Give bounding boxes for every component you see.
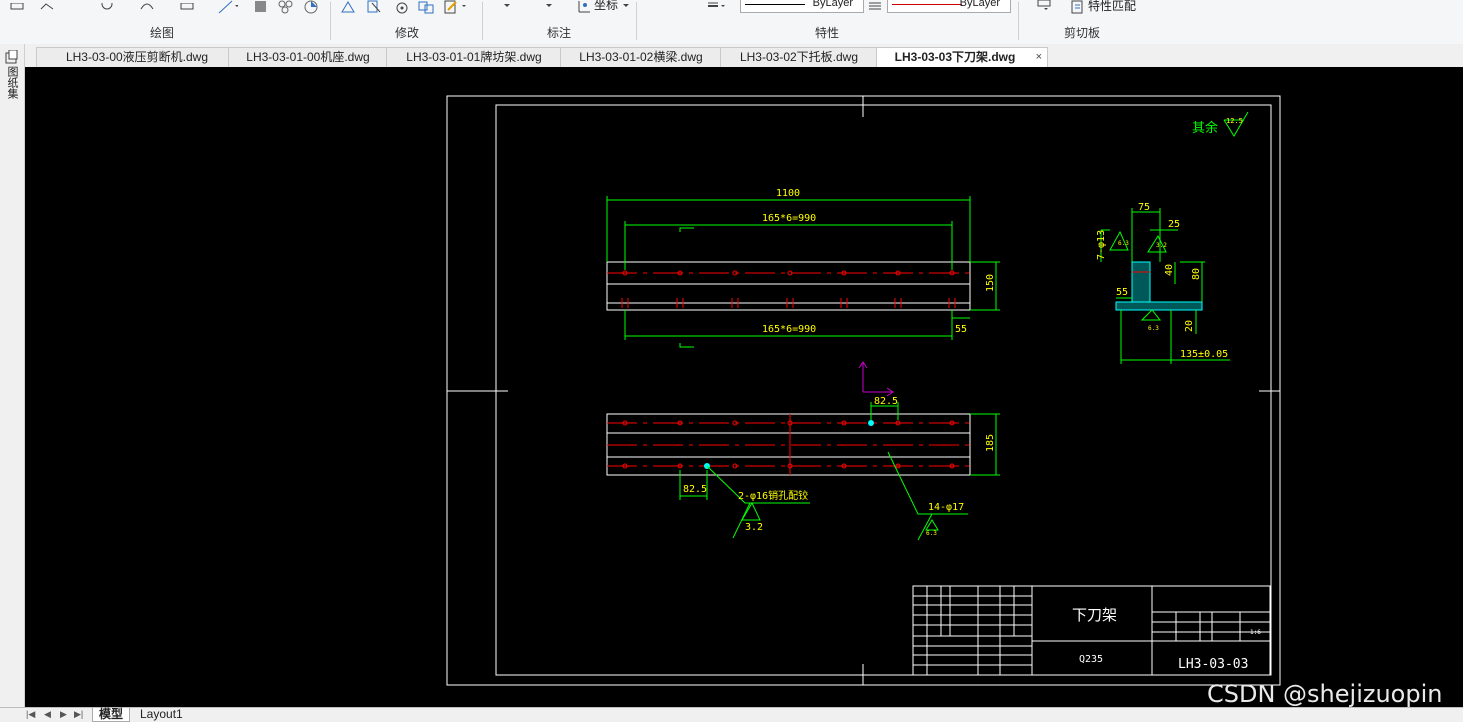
front-offset-dim-top: 82.5 bbox=[874, 396, 898, 407]
front-offset-dim-bottom: 82.5 bbox=[683, 484, 707, 495]
tab-model[interactable]: 模型 bbox=[92, 708, 131, 722]
tab-label: LH3-03-01-01牌坊架.dwg bbox=[406, 50, 542, 64]
rotate-tool-icon[interactable] bbox=[394, 0, 408, 14]
layout-tab-bar: |◀ ◀ ▶ ▶| 模型 Layout1 bbox=[0, 707, 1463, 722]
pin-hole-note: 2-φ16销孔配铰 bbox=[738, 489, 808, 502]
move-tool-icon[interactable] bbox=[340, 0, 355, 14]
wipeout-tool-icon[interactable] bbox=[303, 0, 318, 14]
tab-base[interactable]: LH3-03-01-00机座.dwg bbox=[228, 47, 388, 67]
copy-tool-icon[interactable] bbox=[366, 0, 381, 14]
ucs-icon bbox=[858, 361, 894, 397]
hole-roughness: 6.3 bbox=[926, 530, 937, 537]
section-dim-55: 55 bbox=[1116, 287, 1128, 298]
tab-label: LH3-03-01-00机座.dwg bbox=[246, 50, 370, 64]
linetype-value: ByLayer bbox=[812, 0, 853, 9]
lineweight-swatch bbox=[892, 4, 962, 5]
polyline-tool-icon[interactable] bbox=[40, 0, 54, 14]
match-properties-icon[interactable] bbox=[1070, 0, 1084, 14]
tab-label: LH3-03-00液压剪断机.dwg bbox=[65, 50, 209, 64]
front-height-dim: 185 bbox=[985, 434, 996, 452]
sheet-set-icon[interactable] bbox=[5, 49, 19, 67]
title-material: Q235 bbox=[1079, 654, 1103, 665]
tab-lower-blade-holder[interactable]: LH3-03-03下刀架.dwg × bbox=[876, 47, 1048, 68]
panel-label-properties: 特性 bbox=[815, 26, 840, 40]
xline-tool-icon[interactable] bbox=[218, 0, 239, 14]
panel-label-annotate: 标注 bbox=[547, 26, 572, 40]
line-tool-icon[interactable] bbox=[10, 0, 24, 14]
sheet-set-strip: 图纸集 bbox=[0, 44, 25, 707]
drawing-svg[interactable]: 其余 12.5 1100 165*6=990 165*6=990 55 150 … bbox=[25, 67, 1463, 707]
leader-dropdown-icon[interactable] bbox=[542, 0, 556, 14]
roughness-value: 12.5 bbox=[1226, 117, 1243, 125]
last-layout-button[interactable]: ▶| bbox=[74, 709, 83, 720]
hole-note: 14-φ17 bbox=[928, 502, 964, 513]
panel-label-modify: 修改 bbox=[395, 26, 420, 40]
sheet-set-label[interactable]: 图纸集 bbox=[5, 66, 18, 99]
mirror-tool-icon[interactable] bbox=[418, 0, 434, 14]
coordinate-icon[interactable] bbox=[576, 0, 590, 14]
match-properties-label[interactable]: 特性匹配 bbox=[1088, 0, 1136, 15]
lineweight-icon bbox=[868, 0, 882, 14]
roughness-note: 其余 bbox=[1192, 120, 1218, 136]
tab-layout1[interactable]: Layout1 bbox=[134, 708, 189, 721]
rectangle-tool-icon[interactable] bbox=[180, 0, 194, 14]
paste-icon[interactable] bbox=[1036, 0, 1051, 14]
section-dim-top: 75 bbox=[1138, 202, 1150, 213]
tab-label: LH3-03-01-02横梁.dwg bbox=[579, 50, 703, 64]
sheet-inner-border bbox=[495, 104, 1272, 676]
section-view bbox=[1115, 261, 1203, 311]
first-layout-button[interactable]: |◀ bbox=[26, 709, 35, 720]
dimension-dropdown-icon[interactable] bbox=[500, 0, 514, 14]
tab-frame[interactable]: LH3-03-01-01牌坊架.dwg bbox=[386, 47, 562, 67]
top-edge-dim: 55 bbox=[955, 324, 967, 335]
arc-tool-icon[interactable] bbox=[140, 0, 154, 14]
hatch-tool-icon[interactable] bbox=[254, 0, 268, 14]
document-tab-bar: LH3-03-00液压剪断机.dwg LH3-03-01-00机座.dwg LH… bbox=[0, 44, 1463, 68]
title-part-name: 下刀架 bbox=[1072, 606, 1117, 624]
section-roughness-b: 3.2 bbox=[1156, 242, 1167, 249]
linetype-swatch bbox=[745, 4, 805, 5]
coordinate-dropdown-icon[interactable] bbox=[622, 0, 636, 14]
top-pitch-dim-top: 165*6=990 bbox=[762, 213, 816, 224]
coordinate-label[interactable]: 坐标 bbox=[594, 0, 618, 14]
title-scale: 1:6 bbox=[1250, 629, 1261, 636]
lineweight-dropdown-icon[interactable] bbox=[706, 0, 725, 14]
tab-label: LH3-03-03下刀架.dwg bbox=[894, 50, 1016, 64]
lineweight-value: ByLayer bbox=[959, 0, 1000, 9]
section-dim-20: 20 bbox=[1184, 320, 1195, 332]
circle-tool-icon[interactable] bbox=[100, 0, 114, 14]
drawing-canvas[interactable]: 其余 12.5 1100 165*6=990 165*6=990 55 150 … bbox=[25, 67, 1463, 707]
top-pitch-dim-bottom: 165*6=990 bbox=[762, 324, 816, 335]
top-height-dim: 150 bbox=[985, 274, 996, 292]
tab-label: LH3-03-02下托板.dwg bbox=[739, 50, 859, 64]
prev-layout-button[interactable]: ◀ bbox=[44, 709, 51, 720]
top-overall-dim: 1100 bbox=[776, 188, 800, 199]
pin-hole-top bbox=[868, 420, 874, 426]
panel-label-draw: 绘图 bbox=[150, 26, 175, 40]
panel-label-clipboard: 剪切板 bbox=[1064, 26, 1101, 40]
section-dim-25: 25 bbox=[1168, 219, 1180, 230]
next-layout-button[interactable]: ▶ bbox=[60, 709, 67, 720]
tab-crossbeam[interactable]: LH3-03-01-02横梁.dwg bbox=[560, 47, 722, 67]
title-drawing-number: LH3-03-03 bbox=[1178, 657, 1248, 672]
tab-liquid-shear[interactable]: LH3-03-00液压剪断机.dwg bbox=[36, 47, 238, 67]
section-dim-bottom: 135±0.05 bbox=[1180, 349, 1228, 360]
pin-roughness: 3.2 bbox=[745, 522, 763, 533]
region-tool-icon[interactable] bbox=[278, 0, 293, 14]
section-roughness-c: 6.3 bbox=[1148, 325, 1159, 332]
edit-tool-icon[interactable] bbox=[444, 0, 466, 14]
ribbon: 坐标 ByLayer ByLayer 特性匹配 绘图 修改 标注 特性 剪切板 bbox=[0, 0, 1463, 45]
section-dim-40: 40 bbox=[1164, 264, 1175, 276]
watermark: CSDN @shejizuopin bbox=[1207, 680, 1443, 708]
lineweight-select[interactable]: ByLayer bbox=[887, 0, 1011, 13]
section-hole-note: 7-φ13 bbox=[1096, 230, 1107, 260]
close-icon[interactable]: × bbox=[1036, 48, 1042, 67]
section-dim-80: 80 bbox=[1191, 268, 1202, 280]
tab-lower-plate[interactable]: LH3-03-02下托板.dwg bbox=[720, 47, 878, 67]
linetype-select[interactable]: ByLayer bbox=[740, 0, 864, 13]
section-roughness-a: 6.3 bbox=[1118, 240, 1129, 247]
